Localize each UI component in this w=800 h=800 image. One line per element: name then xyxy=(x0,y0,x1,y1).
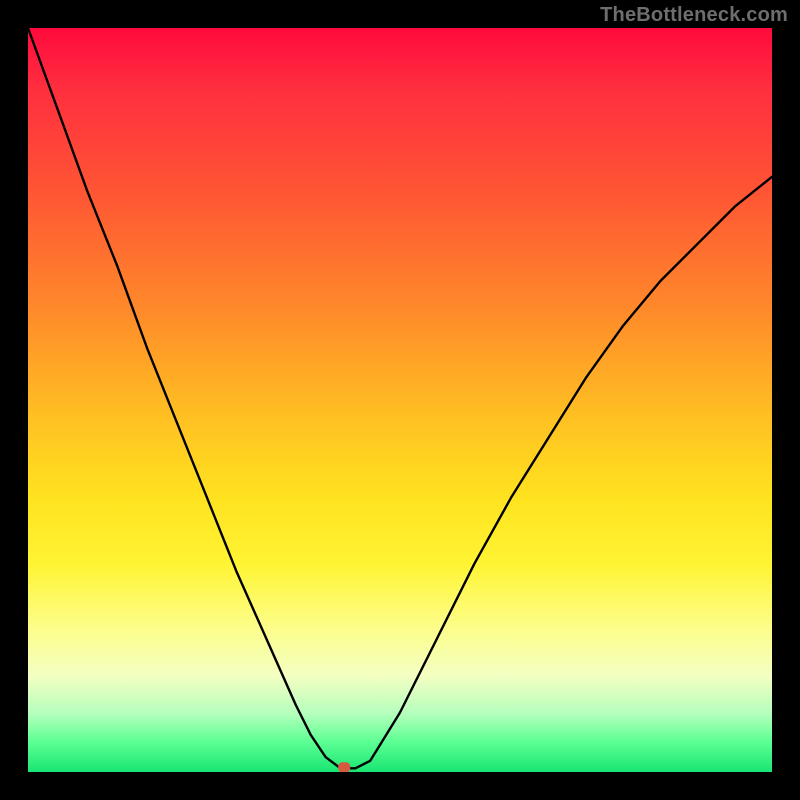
watermark-text: TheBottleneck.com xyxy=(600,4,788,27)
optimum-marker xyxy=(338,762,350,772)
curve-svg xyxy=(28,28,772,772)
bottleneck-curve xyxy=(28,28,772,768)
chart-frame: TheBottleneck.com xyxy=(0,0,800,800)
plot-area xyxy=(28,28,772,772)
